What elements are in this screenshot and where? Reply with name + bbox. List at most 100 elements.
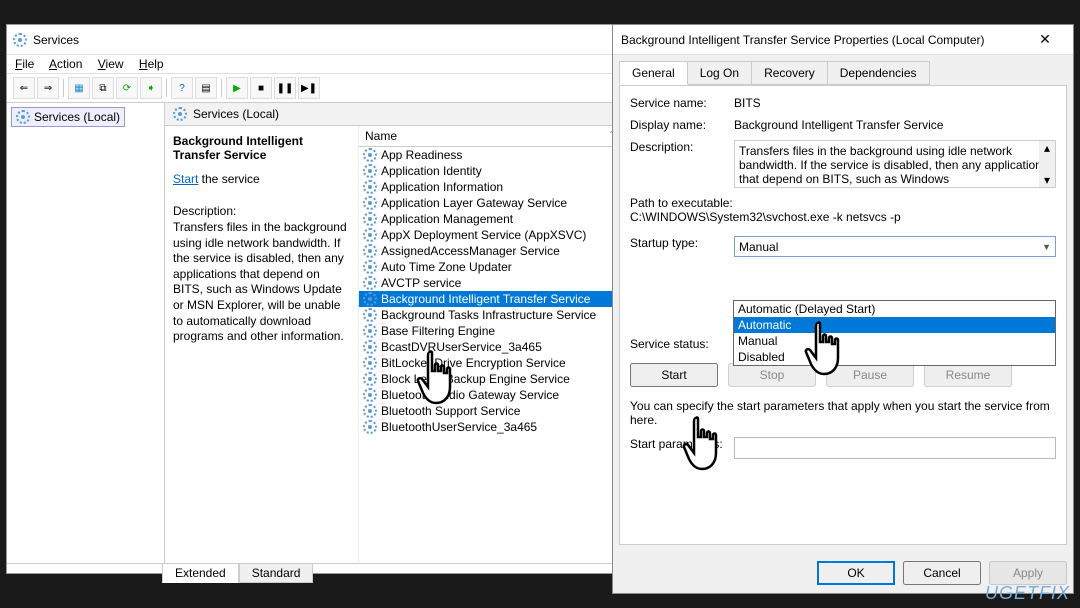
export-icon[interactable]: ➧ xyxy=(140,77,162,99)
value-service-name: BITS xyxy=(734,96,1056,110)
gear-icon xyxy=(363,260,377,274)
dropdown-option[interactable]: Disabled xyxy=(734,349,1055,365)
tab-dependencies[interactable]: Dependencies xyxy=(827,61,930,85)
gear-icon xyxy=(363,148,377,162)
description-box[interactable]: Transfers files in the background using … xyxy=(734,140,1056,188)
tab-extended[interactable]: Extended xyxy=(162,564,239,583)
close-icon[interactable]: ✕ xyxy=(1025,31,1065,48)
ok-button[interactable]: OK xyxy=(817,561,895,585)
service-name: BcastDVRUserService_3a465 xyxy=(381,340,619,354)
start-params-input[interactable] xyxy=(734,437,1056,459)
help-icon[interactable]: ? xyxy=(171,77,193,99)
stop-button: Stop xyxy=(728,363,816,387)
properties-icon[interactable]: ⧉ xyxy=(92,77,114,99)
menu-file[interactable]: File xyxy=(15,57,34,71)
gear-icon xyxy=(173,107,187,121)
gear-icon xyxy=(363,308,377,322)
table-row[interactable]: Base Filtering EngineTh xyxy=(359,323,645,339)
pause-icon[interactable]: ❚❚ xyxy=(274,77,296,99)
list-header[interactable]: Nameˆ D xyxy=(359,126,645,147)
value-path: C:\WINDOWS\System32\svchost.exe -k netsv… xyxy=(630,210,1056,224)
properties-dialog: Background Intelligent Transfer Service … xyxy=(612,24,1074,594)
tree-node-services-local[interactable]: Services (Local) xyxy=(11,107,125,127)
dialog-tabs: General Log On Recovery Dependencies xyxy=(613,55,1073,85)
gear-icon xyxy=(363,324,377,338)
gear-icon xyxy=(363,404,377,418)
dropdown-option[interactable]: Automatic xyxy=(734,317,1055,333)
back-button[interactable]: ⇐ xyxy=(13,77,35,99)
service-name: Background Intelligent Transfer Service xyxy=(381,292,619,306)
start-icon[interactable]: ▶ xyxy=(226,77,248,99)
gear-icon xyxy=(363,276,377,290)
service-name: Bluetooth Support Service xyxy=(381,404,619,418)
table-row[interactable]: Application InformationFa xyxy=(359,179,645,195)
table-row[interactable]: Block Level Backup Engine ServiceTh xyxy=(359,371,645,387)
start-button[interactable]: Start xyxy=(630,363,718,387)
gear-icon xyxy=(13,33,27,47)
dropdown-option[interactable]: Manual xyxy=(734,333,1055,349)
service-name: App Readiness xyxy=(381,148,619,162)
table-row[interactable]: App ReadinessG xyxy=(359,147,645,163)
tab-recovery[interactable]: Recovery xyxy=(751,61,828,85)
tab-standard[interactable]: Standard xyxy=(239,564,314,583)
tab-logon[interactable]: Log On xyxy=(687,61,752,85)
start-link[interactable]: Start xyxy=(173,172,198,186)
table-row[interactable]: Bluetooth Audio Gateway ServiceSe xyxy=(359,387,645,403)
tab-general[interactable]: General xyxy=(619,61,688,85)
show-hide-icon[interactable]: ▦ xyxy=(68,77,90,99)
menu-view[interactable]: View xyxy=(98,57,124,71)
service-name: Block Level Backup Engine Service xyxy=(381,372,619,386)
description-header: Description: xyxy=(173,204,350,218)
resume-button: Resume xyxy=(924,363,1012,387)
table-row[interactable]: Application Layer Gateway ServicePr xyxy=(359,195,645,211)
services-window: Services — File Action View Help ⇐ ⇒ ▦ ⧉… xyxy=(6,24,646,574)
menu-action[interactable]: Action xyxy=(49,57,82,71)
right-header: Services (Local) xyxy=(165,103,645,126)
table-row[interactable]: AssignedAccessManager ServiceA xyxy=(359,243,645,259)
props2-icon[interactable]: ▤ xyxy=(195,77,217,99)
label-service-name: Service name: xyxy=(630,96,734,110)
table-row[interactable]: Application IdentityD xyxy=(359,163,645,179)
gear-icon xyxy=(363,292,377,306)
table-row[interactable]: Auto Time Zone UpdaterA xyxy=(359,259,645,275)
service-name: Application Information xyxy=(381,180,619,194)
dialog-titlebar[interactable]: Background Intelligent Transfer Service … xyxy=(613,25,1073,55)
gear-icon xyxy=(363,212,377,226)
gear-icon xyxy=(363,420,377,434)
titlebar[interactable]: Services — xyxy=(7,25,645,55)
apply-button: Apply xyxy=(989,561,1067,585)
detail-pane: Background Intelligent Transfer Service … xyxy=(165,126,359,563)
cancel-button[interactable]: Cancel xyxy=(903,561,981,585)
table-row[interactable]: BcastDVRUserService_3a465Th xyxy=(359,339,645,355)
table-row[interactable]: AppX Deployment Service (AppXSVC)Pr xyxy=(359,227,645,243)
table-row[interactable]: BluetoothUserService_3a465Th xyxy=(359,419,645,435)
refresh-icon[interactable]: ⟳ xyxy=(116,77,138,99)
dropdown-option[interactable]: Automatic (Delayed Start) xyxy=(734,301,1055,317)
selected-service-title: Background Intelligent Transfer Service xyxy=(173,134,350,162)
gear-icon xyxy=(363,372,377,386)
table-row[interactable]: Background Tasks Infrastructure ServiceW xyxy=(359,307,645,323)
label-start-params: Start parameters: xyxy=(630,437,734,451)
restart-icon[interactable]: ▶❚ xyxy=(298,77,320,99)
forward-button[interactable]: ⇒ xyxy=(37,77,59,99)
toolbar: ⇐ ⇒ ▦ ⧉ ⟳ ➧ ? ▤ ▶ ■ ❚❚ ▶❚ xyxy=(7,74,645,103)
label-startup-type: Startup type: xyxy=(630,236,734,250)
start-hint-text: You can specify the start parameters tha… xyxy=(630,399,1056,427)
stop-icon[interactable]: ■ xyxy=(250,77,272,99)
menu-help[interactable]: Help xyxy=(139,57,164,71)
table-row[interactable]: Bluetooth Support ServiceTh xyxy=(359,403,645,419)
startup-type-dropdown[interactable]: Automatic (Delayed Start)AutomaticManual… xyxy=(733,300,1056,366)
service-name: Application Management xyxy=(381,212,619,226)
table-row[interactable]: AVCTP serviceTh xyxy=(359,275,645,291)
description-text: Transfers files in the background using … xyxy=(173,220,350,345)
table-row[interactable]: Application ManagementPr xyxy=(359,211,645,227)
tree-pane: Services (Local) xyxy=(7,103,165,563)
value-display-name: Background Intelligent Transfer Service xyxy=(734,118,1056,132)
scrollbar[interactable]: ▴▾ xyxy=(1039,141,1055,187)
service-name: BitLocker Drive Encryption Service xyxy=(381,356,619,370)
startup-type-combo[interactable]: Manual ▼ xyxy=(734,236,1056,257)
service-name: Bluetooth Audio Gateway Service xyxy=(381,388,619,402)
label-display-name: Display name: xyxy=(630,118,734,132)
table-row[interactable]: Background Intelligent Transfer ServiceT… xyxy=(359,291,645,307)
table-row[interactable]: BitLocker Drive Encryption ServiceBI xyxy=(359,355,645,371)
